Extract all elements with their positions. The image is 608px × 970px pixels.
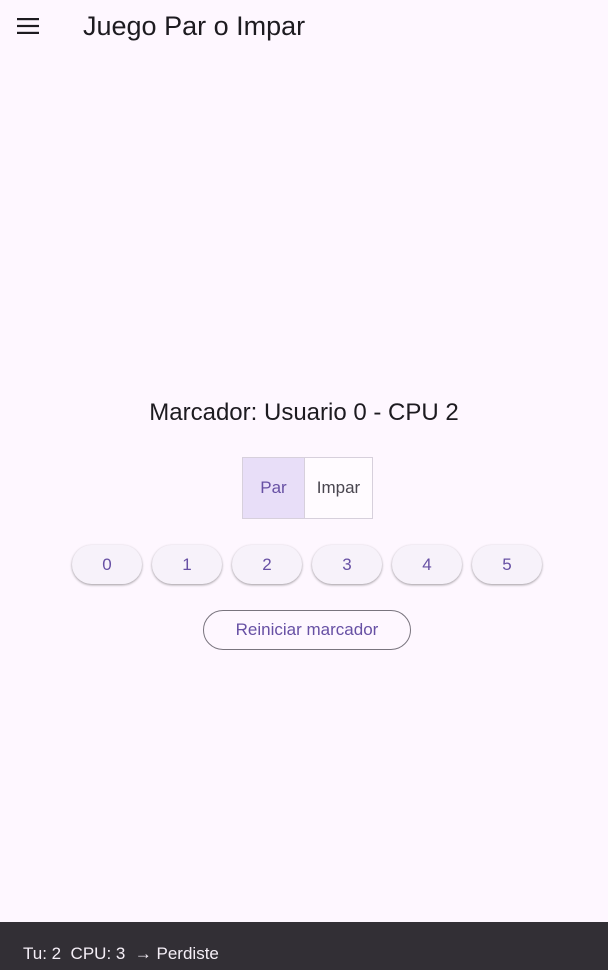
number-buttons: 0 1 2 3 4 5	[72, 545, 544, 585]
app-bar: Juego Par o Impar	[0, 0, 608, 52]
menu-button[interactable]	[4, 2, 52, 50]
segment-impar[interactable]: Impar	[305, 458, 372, 518]
number-button-3[interactable]: 3	[312, 545, 382, 584]
number-button-5[interactable]: 5	[472, 545, 542, 584]
number-button-1[interactable]: 1	[152, 545, 222, 584]
app-title: Juego Par o Impar	[83, 11, 306, 41]
menu-icon	[17, 18, 39, 34]
number-button-2[interactable]: 2	[232, 545, 302, 584]
number-button-4[interactable]: 4	[392, 545, 462, 584]
segment-par[interactable]: Par	[243, 458, 305, 518]
score-text: Marcador: Usuario 0 - CPU 2	[149, 399, 459, 426]
reset-score-button[interactable]: Reiniciar marcador	[203, 610, 411, 650]
parity-segmented-control: Par Impar	[242, 457, 373, 519]
snackbar-text: Tu: 2 CPU: 3 → Perdiste	[23, 944, 219, 963]
number-button-0[interactable]: 0	[72, 545, 142, 584]
result-snackbar: Tu: 2 CPU: 3 → Perdiste	[0, 922, 608, 970]
